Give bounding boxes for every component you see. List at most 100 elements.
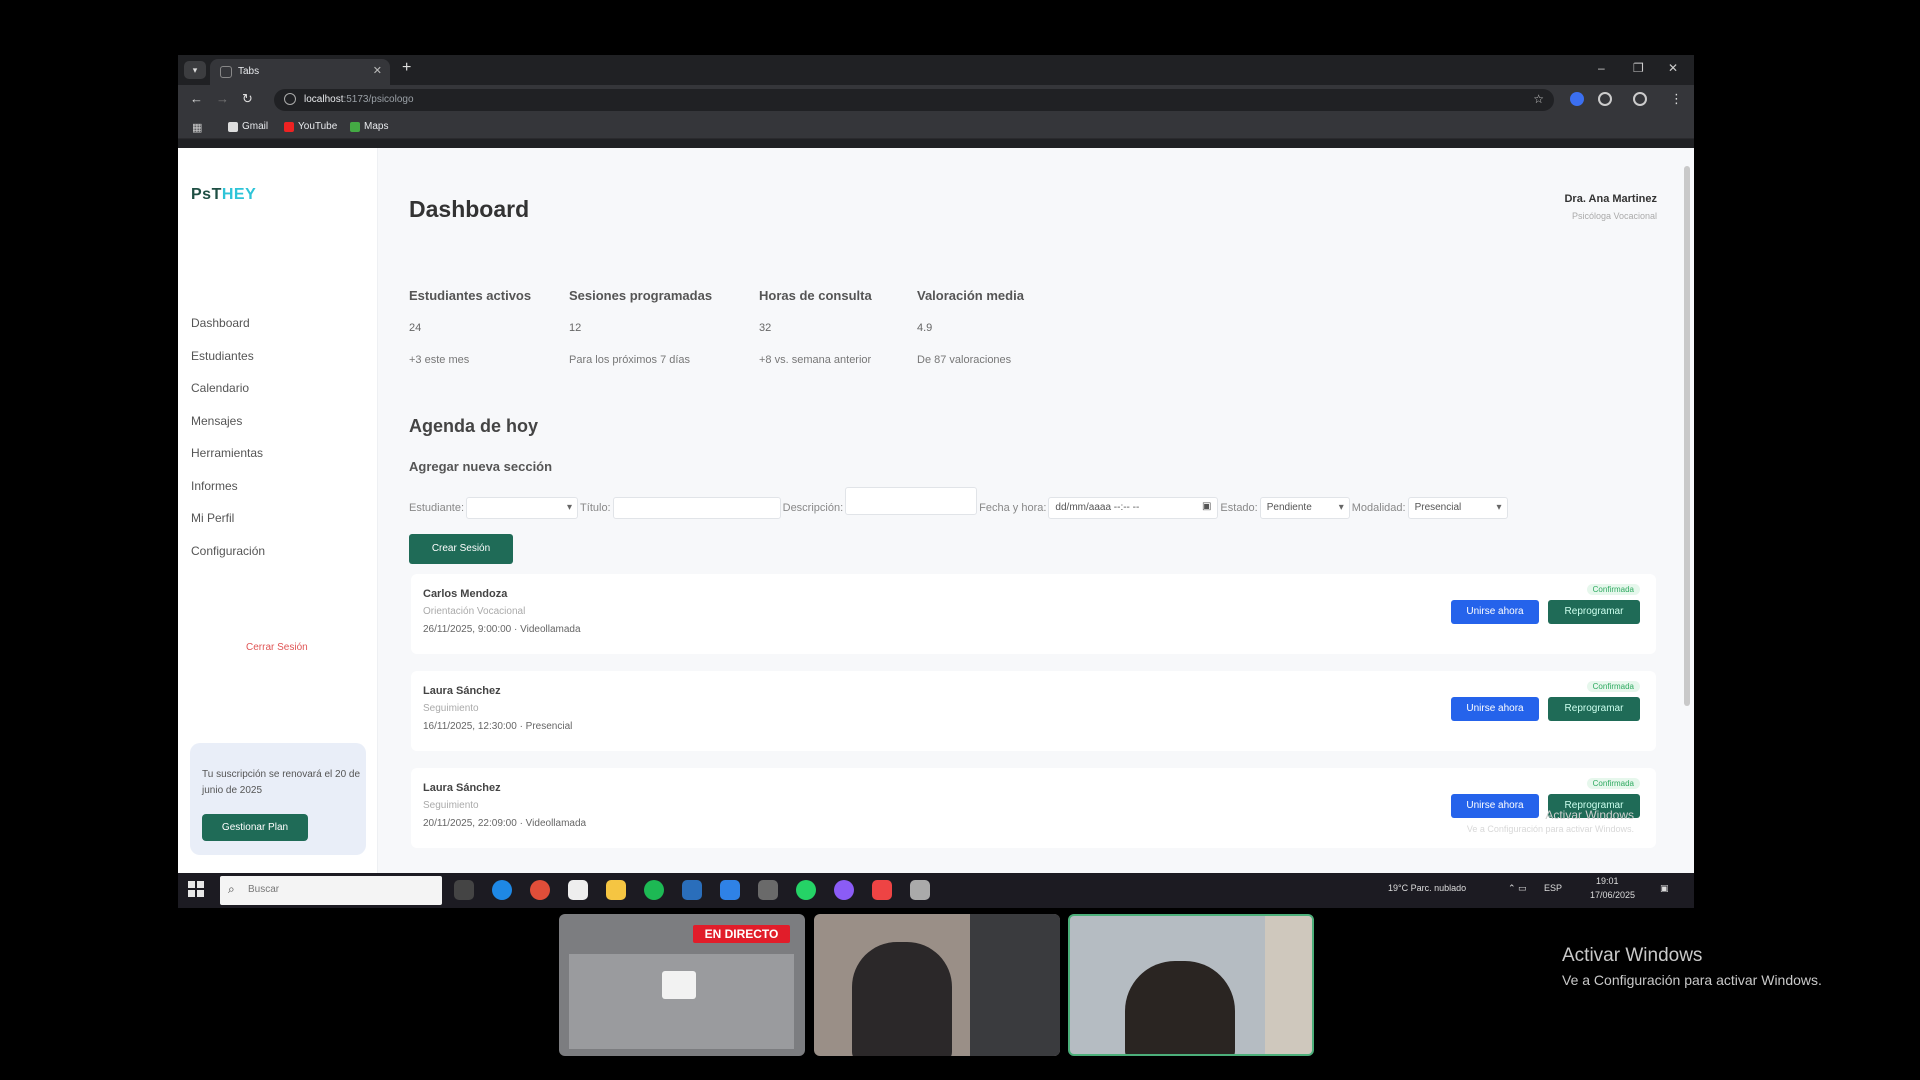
status-badge: Confirmada [1586,584,1640,595]
chrome-icon[interactable] [530,880,550,900]
tray-icons[interactable]: ⌃ ▭ [1508,883,1527,894]
vscode-icon[interactable] [720,880,740,900]
app-icon[interactable] [758,880,778,900]
activate-windows-title: Activar Windows [1562,945,1703,966]
stat-label: Estudiantes activos [409,288,532,303]
activate-windows-subtitle-inner: Ve a Configuración para activar Windows. [1466,824,1634,834]
stat-value: 32 [759,322,772,334]
title-input[interactable] [612,497,781,519]
participant-video[interactable] [814,914,1060,1056]
bookmark-gmail[interactable]: Gmail [228,121,268,132]
clock-date[interactable]: 17/06/2025 [1590,890,1635,900]
store-icon[interactable] [568,880,588,900]
description-input[interactable] [845,487,978,515]
address-bar[interactable]: localhost:5173/psicologo ☆ [274,89,1554,111]
session-student-name: Laura Sánchez [423,685,501,697]
stat-sub: +8 vs. semana anterior [759,354,872,366]
weather-text[interactable]: 19°C Parc. nublado [1388,883,1466,893]
participant-silhouette [852,942,952,1056]
apps-grid-icon[interactable]: ▦ [192,121,202,134]
reschedule-button[interactable]: Reprogramar [1548,697,1640,721]
bookmark-star-icon[interactable]: ☆ [1533,92,1544,106]
shared-screen-preview [569,954,794,1049]
calendar-icon[interactable]: ▣ [1202,501,1211,512]
join-now-button[interactable]: Unirse ahora [1451,697,1539,721]
clock-time[interactable]: 19:01 [1596,876,1619,886]
stat-sub: Para los próximos 7 días [569,354,691,366]
sidebar-item-mi-perfil[interactable]: Mi Perfil [191,508,265,541]
subscription-card: Tu suscripción se renovará el 20 de juni… [190,743,366,855]
sidebar-item-mensajes[interactable]: Mensajes [191,411,265,444]
page-scrollbar[interactable] [1684,166,1690,706]
logout-link[interactable]: Cerrar Sesión [246,642,308,653]
join-now-button[interactable]: Unirse ahora [1451,600,1539,624]
taskbar-search[interactable]: ⌕ Buscar [220,876,442,905]
browser-tab[interactable]: Tabs ✕ [210,59,390,85]
sidebar-item-estudiantes[interactable]: Estudiantes [191,346,265,379]
browser-toolbar: ← → ↻ localhost:5173/psicologo ☆ ⋮ [178,85,1694,115]
stat-sub: De 87 valoraciones [917,354,1012,366]
session-student-name: Carlos Mendoza [423,588,508,600]
sidebar-nav: Dashboard Estudiantes Calendario Mensaje… [191,313,265,573]
task-view-icon[interactable] [454,880,474,900]
sidebar-item-calendario[interactable]: Calendario [191,378,265,411]
extensions-puzzle-icon[interactable] [1598,92,1612,106]
agenda-title: Agenda de hoy [409,416,539,436]
session-card: Laura Sánchez Seguimiento 20/11/2025, 22… [411,768,1656,848]
edge-icon[interactable] [492,880,512,900]
tab-search-button[interactable]: ▾ [184,61,206,79]
stat-sub: +3 este mes [409,354,470,366]
sidebar-item-configuracion[interactable]: Configuración [191,541,265,574]
steam-icon[interactable] [682,880,702,900]
extension-icon[interactable] [1570,92,1584,106]
user-name: Dra. Ana Martinez [1564,193,1657,205]
tab-bar: ▾ Tabs ✕ + – ❐ ✕ [178,55,1694,85]
main-content: Dashboard Dra. Ana Martinez Psicóloga Vo… [409,148,1679,873]
close-window-icon[interactable]: ✕ [1668,61,1678,75]
reschedule-button[interactable]: Reprogramar [1548,600,1640,624]
url-text: localhost:5173/psicologo [304,94,414,105]
file-explorer-icon[interactable] [606,880,626,900]
status-label: Estado: [1220,502,1258,514]
browser-window: ▾ Tabs ✕ + – ❐ ✕ ← → ↻ localhost:5173/ps… [178,55,1694,908]
forward-icon[interactable]: → [216,91,229,106]
join-now-button[interactable]: Unirse ahora [1451,794,1539,818]
reload-icon[interactable]: ↻ [242,91,253,107]
spotify-icon[interactable] [644,880,664,900]
participant-background [970,914,1060,1056]
status-select[interactable]: Pendiente [1259,497,1350,519]
back-icon[interactable]: ← [190,91,203,106]
student-select[interactable] [466,497,579,519]
app-logo[interactable]: PsTHEY [191,186,256,204]
search-icon: ⌕ [228,882,235,896]
create-session-button[interactable]: Crear Sesión [409,534,513,564]
datetime-input[interactable]: dd/mm/aaaa --:-- -- ▣ [1048,497,1219,519]
sidebar: PsTHEY Dashboard Estudiantes Calendario … [178,148,378,873]
bookmark-youtube[interactable]: YouTube [284,121,337,132]
stat-card: Horas de consulta 32 +8 vs. semana anter… [759,288,907,366]
whatsapp-icon[interactable] [796,880,816,900]
app-icon-red[interactable] [872,880,892,900]
profile-icon[interactable] [1633,92,1647,106]
discord-icon[interactable] [834,880,854,900]
sidebar-item-informes[interactable]: Informes [191,476,265,509]
manage-plan-button[interactable]: Gestionar Plan [202,814,308,841]
language-indicator[interactable]: ESP [1544,883,1562,893]
session-meta: 16/11/2025, 12:30:00 · Presencial [423,721,573,732]
bookmark-maps[interactable]: Maps [350,121,388,132]
windows-start-icon[interactable] [188,881,204,897]
participant-video-active[interactable] [1068,914,1314,1056]
menu-dots-icon[interactable]: ⋮ [1670,91,1683,107]
modality-value: Presencial [1414,502,1462,513]
restore-icon[interactable]: ❐ [1633,61,1644,75]
minimize-icon[interactable]: – [1598,61,1605,75]
stat-value: 4.9 [917,322,933,334]
sidebar-item-herramientas[interactable]: Herramientas [191,443,265,476]
modality-select[interactable]: Presencial [1407,497,1508,519]
magnifier-icon[interactable] [910,880,930,900]
site-info-icon[interactable] [284,93,296,105]
close-tab-icon[interactable]: ✕ [373,64,382,77]
sidebar-item-dashboard[interactable]: Dashboard [191,313,265,346]
notifications-icon[interactable]: ▣ [1660,883,1669,894]
new-tab-icon[interactable]: + [402,59,411,77]
